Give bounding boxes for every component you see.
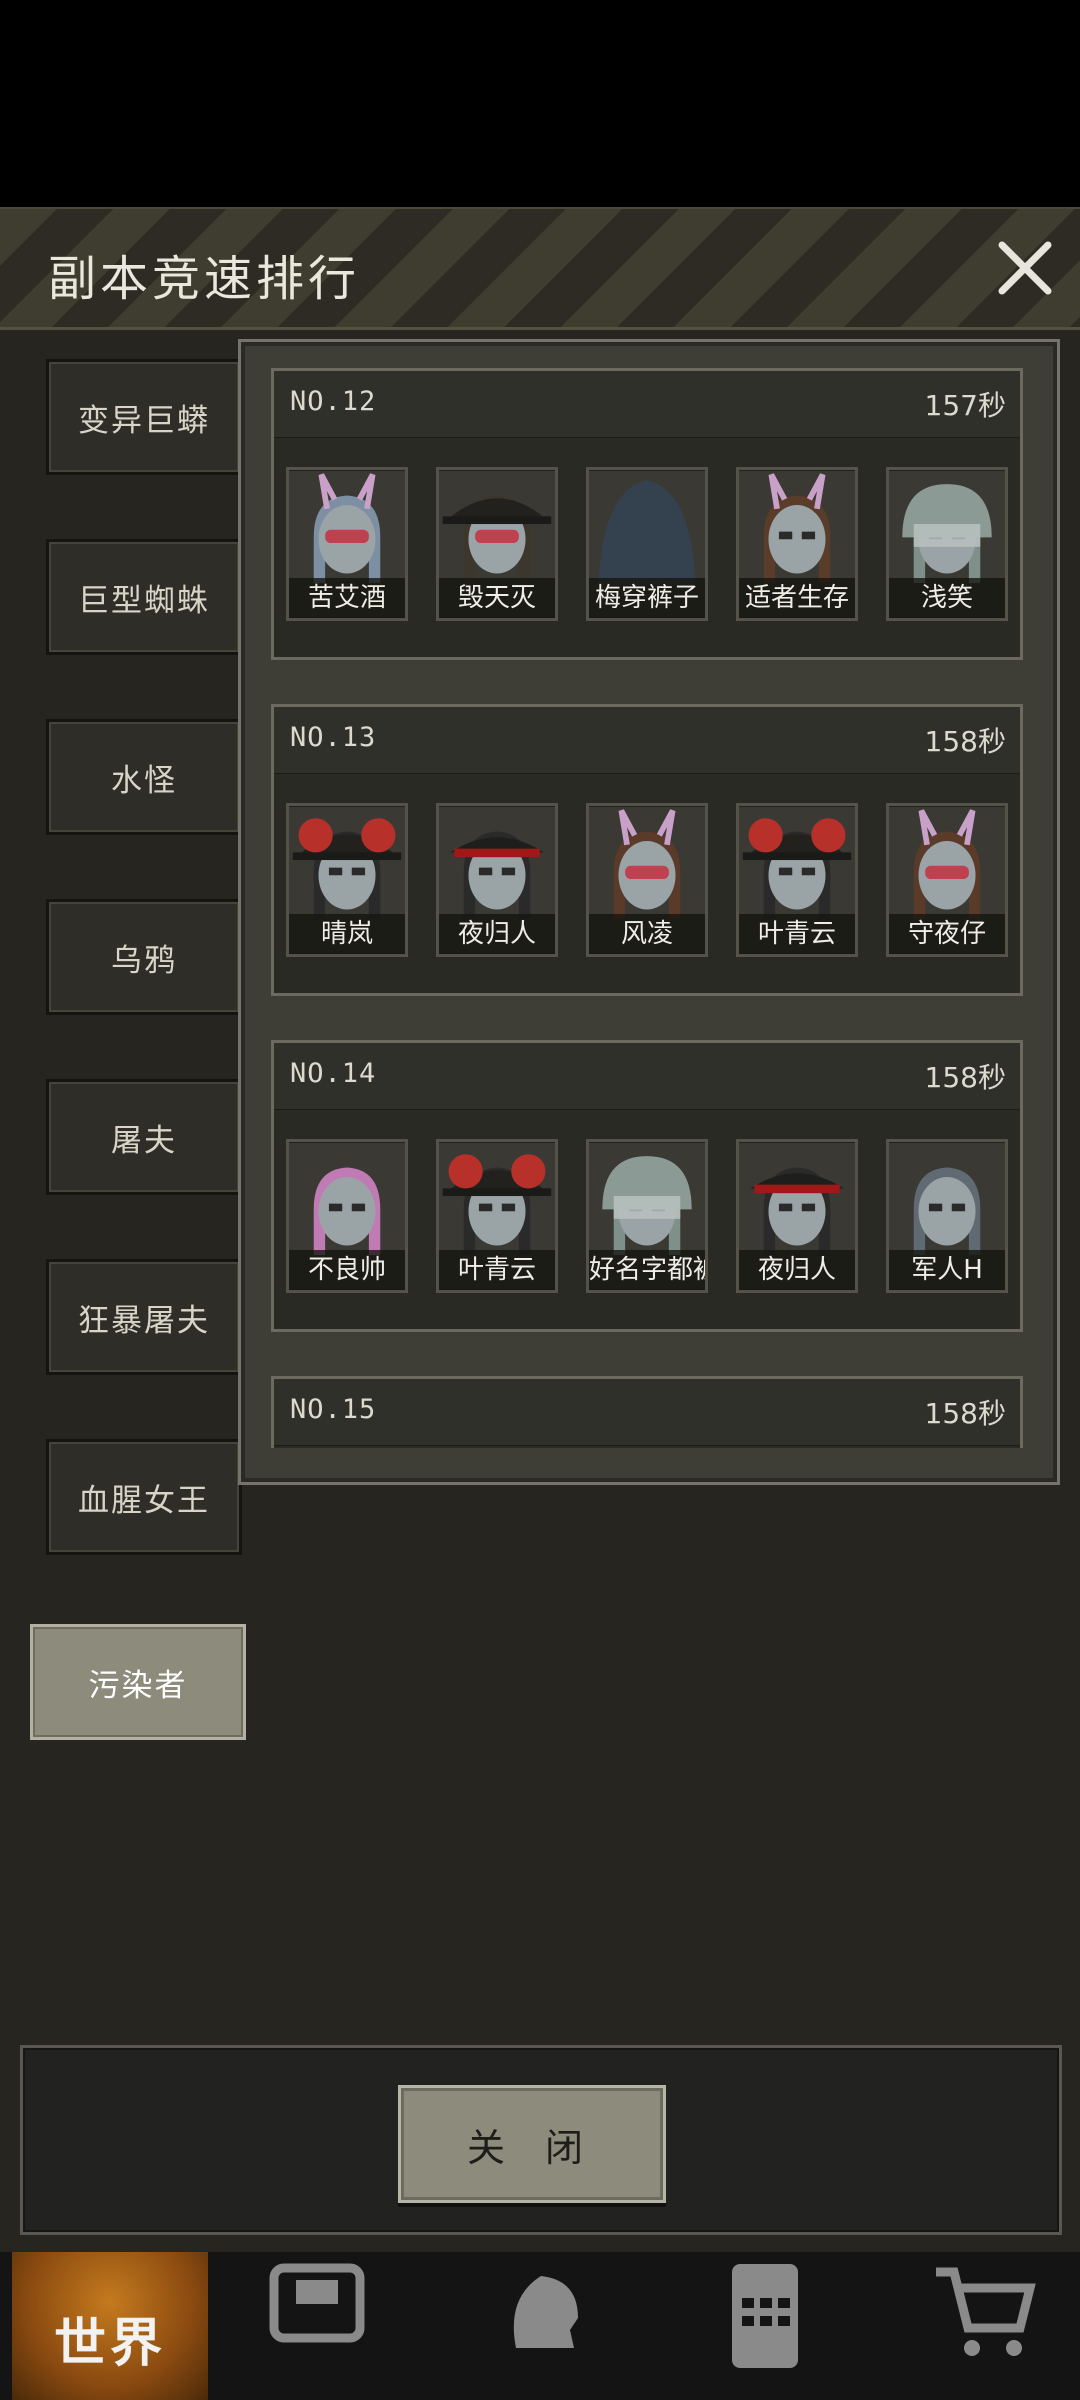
team-member[interactable]: 叶青云 [736,803,858,957]
member-name: 适者生存 [739,578,855,618]
rank-card: NO.14 158秒不良帅叶青云好名字都被夜归人军人H [271,1040,1023,1332]
team-member[interactable]: 叶青云 [436,1139,558,1293]
rank-card: NO.12 157秒苦艾酒 毁天灭 梅穿裤子 适者生存 浅笑 [271,368,1023,660]
team-member[interactable]: 好名字都被 [586,1139,708,1293]
rank-number: NO.15 [290,1394,377,1425]
team-member[interactable]: 适者生存 [736,467,858,621]
character-head-icon[interactable] [486,2258,596,2378]
team-member[interactable]: 夜归人 [436,803,558,957]
rank-time: 158秒 [924,1061,1006,1094]
tab-1[interactable]: 变异巨蟒 [46,359,242,475]
member-name: 叶青云 [439,1250,555,1290]
team-member[interactable]: 浅笑 [886,467,1008,621]
rank-time: 157秒 [924,389,1006,422]
member-name: 风凌 [589,914,705,954]
tab-3[interactable]: 水怪 [46,719,242,835]
dialog-title-bar: 副本竞速排行 [0,209,1080,330]
phone-icon[interactable] [710,2258,820,2378]
team-member[interactable]: 守夜仔 [886,803,1008,957]
close-icon[interactable] [990,233,1060,303]
team-member[interactable]: 苦艾酒 [286,467,408,621]
rank-card-header: NO.15 158秒 [274,1379,1020,1446]
dialog-title: 副本竞速排行 [48,251,361,307]
status-bar-area [0,0,1080,205]
team-member[interactable]: 晴岚 [286,803,408,957]
member-name: 夜归人 [439,914,555,954]
tab-2[interactable]: 巨型蜘蛛 [46,539,242,655]
member-name: 浅笑 [889,578,1005,618]
ranking-panel: NO.12 157秒 苦艾酒 毁天灭 梅穿裤子 适者生存 浅笑 NO.13 158秒 晴岚 夜归人风… [238,339,1060,1485]
member-name: 毁天灭 [439,578,555,618]
tab-7[interactable]: 血腥女王 [46,1439,242,1555]
nav-world-label: 世界 [53,2314,166,2374]
member-name: 梅穿裤子 [589,578,705,618]
ranking-list[interactable]: NO.12 157秒 苦艾酒 毁天灭 梅穿裤子 适者生存 浅笑 NO.13 158秒 晴岚 夜归人风… [271,368,1023,1448]
rank-card: NO.15158秒离魂殇333灼谭正宗夜不寐 [271,1376,1023,1448]
team-member[interactable]: 不良帅 [286,1139,408,1293]
member-name: 夜归人 [739,1250,855,1290]
rank-card-header: NO.13 158秒 [274,707,1020,774]
tab-5[interactable]: 屠夫 [46,1079,242,1195]
team-member[interactable]: 梅穿裤子 [586,467,708,621]
team-member[interactable]: 军人H [886,1139,1008,1293]
speedrun-ranking-dialog: 副本竞速排行 变异巨蟒巨型蜘蛛水怪乌鸦屠夫狂暴屠夫血腥女王污染者 NO.12 15… [0,207,1080,2252]
member-name: 苦艾酒 [289,578,405,618]
team-member[interactable]: 夜归人 [736,1139,858,1293]
rank-card-header: NO.14 158秒 [274,1043,1020,1110]
tab-6[interactable]: 狂暴屠夫 [46,1259,242,1375]
nav-world-button[interactable]: 世界 [12,2250,208,2400]
rank-number: NO.13 [290,722,377,753]
tab-8[interactable]: 污染者 [30,1624,246,1740]
bottom-nav: 世界 [0,2250,1080,2400]
backpack-icon[interactable] [262,2258,372,2378]
member-name: 叶青云 [739,914,855,954]
cart-icon[interactable] [928,2258,1038,2378]
member-name: 好名字都被 [589,1250,705,1290]
close-button[interactable]: 关 闭 [398,2085,666,2203]
tab-4[interactable]: 乌鸦 [46,899,242,1015]
rank-number: NO.14 [290,1058,377,1089]
rank-time: 158秒 [924,1397,1006,1430]
rank-time: 158秒 [924,725,1006,758]
member-name: 守夜仔 [889,914,1005,954]
rank-card-header: NO.12 157秒 [274,371,1020,438]
member-name: 军人H [889,1250,1005,1290]
team-member[interactable]: 风凌 [586,803,708,957]
team-member[interactable]: 毁天灭 [436,467,558,621]
member-name: 晴岚 [289,914,405,954]
rank-number: NO.12 [290,386,377,417]
member-name: 不良帅 [289,1250,405,1290]
rank-card: NO.13 158秒晴岚 夜归人 风凌 叶青云 守夜仔 [271,704,1023,996]
